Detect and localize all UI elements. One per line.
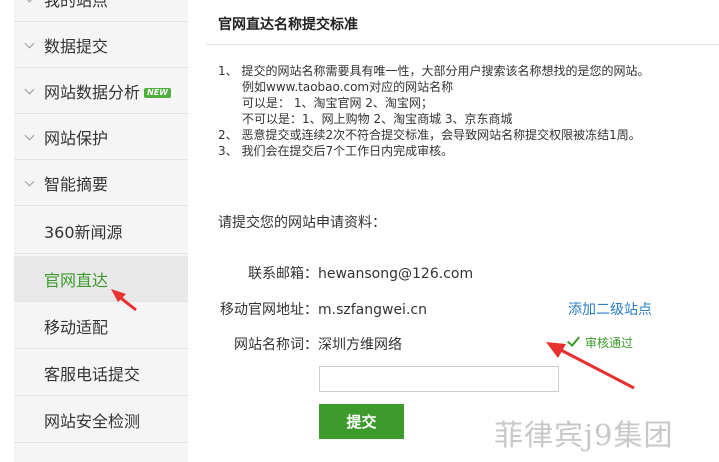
submission-rules: 1、 提交的网站名称需要具有唯一性，大部分用户搜索该名称想找的是您的网站。 例如… — [218, 63, 649, 159]
email-label: 联系邮箱： — [248, 266, 318, 282]
chevron-down-icon — [24, 38, 35, 48]
rule-3: 3、 我们会在提交后7个工作日内完成审核。 — [218, 144, 454, 158]
approval-status: 审核通过 — [566, 333, 634, 351]
rule-disallowed: 不可以是：1、网上购物 2、淘宝商城 3、京东商城 — [242, 112, 513, 126]
site-name-row: 网站名称词：深圳方维网络 — [234, 334, 402, 354]
sidebar-item-my-sites[interactable]: 我的站点 — [14, 0, 188, 22]
chevron-down-icon — [24, 176, 35, 186]
sidebar-item-mobile-adapt[interactable]: 移动适配 — [14, 303, 188, 349]
email-row: 联系邮箱：hewansong@126.com — [248, 263, 473, 283]
sidebar-item-label: 网站数据分析 — [44, 82, 141, 102]
site-name-value: 深圳方维网络 — [318, 337, 402, 353]
rule-1: 1、 提交的网站名称需要具有唯一性，大部分用户搜索该名称想找的是您的网站。 — [218, 64, 650, 78]
sidebar-item-site-protection[interactable]: 网站保护 — [14, 114, 188, 160]
main-content: 官网直达名称提交标准 1、 提交的网站名称需要具有唯一性，大部分用户搜索该名称想… — [188, 0, 719, 462]
sidebar-item-360-news[interactable]: 360新闻源 — [14, 208, 188, 254]
mobile-url-row: 移动官网地址：m.szfangwei.cn — [220, 299, 427, 319]
mobile-url-value: m.szfangwei.cn — [318, 302, 427, 318]
sidebar-item-official-direct[interactable]: 官网直达 — [14, 256, 188, 302]
rule-example: 例如www.taobao.com对应的网站名称 — [242, 80, 454, 94]
site-name-label: 网站名称词： — [234, 337, 318, 353]
chevron-down-icon — [24, 130, 35, 140]
rule-2: 2、 恶意提交或连续2次不符合提交标准，会导致网站名称提交权限被冻结1周。 — [218, 128, 641, 142]
checkmark-icon — [566, 333, 581, 347]
sidebar-item-data-submit[interactable]: 数据提交 — [14, 22, 188, 68]
add-subsite-link[interactable]: 添加二级站点 — [568, 299, 652, 319]
form-intro: 请提交您的网站申请资料： — [218, 215, 386, 231]
mobile-url-label: 移动官网地址： — [220, 302, 318, 318]
watermark: 菲律宾j9集团 — [494, 418, 674, 452]
sidebar-item-site-analytics[interactable]: 网站数据分析 NEW — [14, 68, 188, 114]
sidebar: 我的站点 数据提交 网站数据分析 NEW 网站保护 智能摘要 360新闻源 官网直… — [14, 0, 188, 462]
sidebar-item-security-check[interactable]: 网站安全检测 — [14, 397, 188, 443]
rule-allowed: 可以是： 1、淘宝官网 2、淘宝网； — [242, 96, 433, 110]
chevron-down-icon — [24, 0, 35, 2]
sidebar-item-smart-summary[interactable]: 智能摘要 — [14, 160, 188, 206]
divider — [206, 44, 719, 45]
email-value: hewansong@126.com — [318, 266, 474, 282]
new-badge: NEW — [144, 87, 171, 98]
sidebar-item-phone-submit[interactable]: 客服电话提交 — [14, 350, 188, 396]
page-title: 官网直达名称提交标准 — [218, 17, 358, 33]
status-text: 审核通过 — [585, 336, 634, 350]
submit-button[interactable]: 提交 — [319, 404, 404, 439]
site-name-input[interactable] — [319, 366, 559, 392]
chevron-down-icon — [24, 84, 35, 94]
